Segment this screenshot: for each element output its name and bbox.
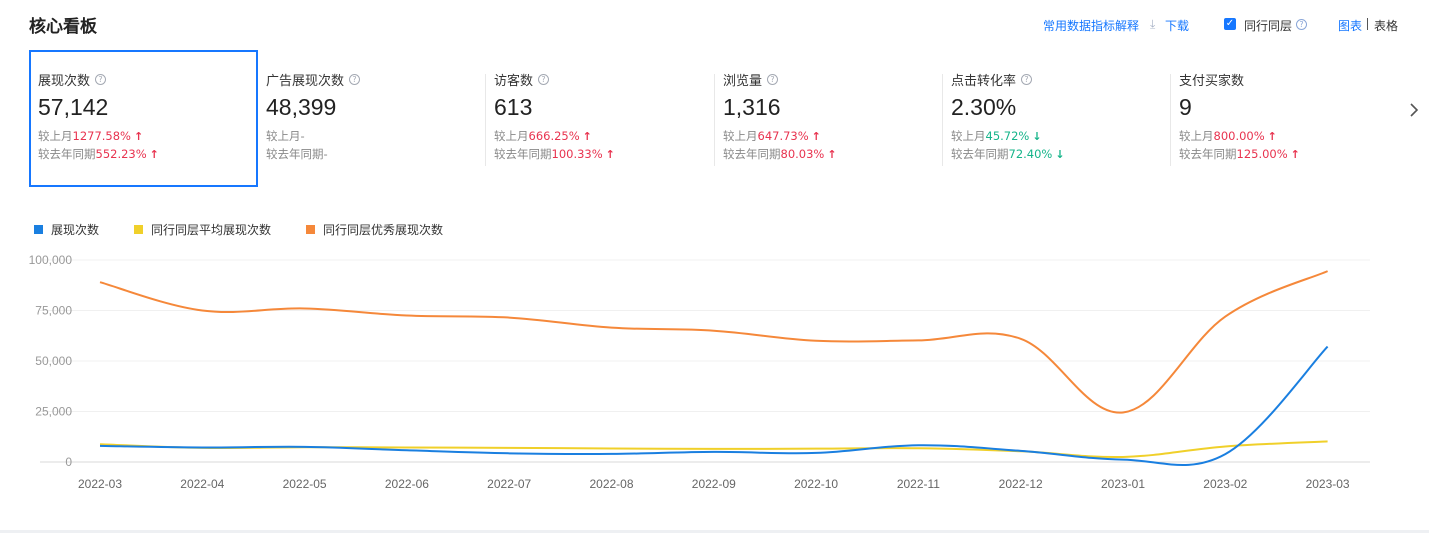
download-link[interactable]: 下载	[1165, 17, 1189, 34]
metric-value: 57,142	[38, 94, 109, 120]
peer-checkbox[interactable]: ✓	[1224, 18, 1236, 30]
x-tick-label: 2022-08	[589, 477, 633, 491]
metric-value: 2.30%	[951, 94, 1017, 120]
help-icon[interactable]: ?	[538, 73, 550, 85]
card-divider	[1170, 74, 1171, 166]
legend-item-peer-excellent[interactable]: 同行同层优秀展现次数	[306, 221, 443, 238]
legend-item-peer-average[interactable]: 同行同层平均展现次数	[134, 221, 271, 238]
month-compare: 较上月1277.58% ↑	[38, 129, 144, 143]
month-compare: 较上月647.73% ↑	[723, 129, 821, 143]
arrow-up-icon: ↑	[811, 130, 821, 143]
x-tick-label: 2022-12	[999, 477, 1043, 491]
arrow-up-icon: ↑	[133, 130, 144, 143]
y-tick-label: 0	[65, 455, 72, 469]
arrow-up-icon: ↑	[605, 148, 615, 161]
legend-swatch	[134, 225, 143, 234]
legend-swatch	[34, 225, 43, 234]
series-line-0[interactable]	[99, 345, 1329, 466]
month-compare: 较上月-	[266, 129, 305, 143]
metric-card-conversion-rate[interactable]: 点击转化率? 2.30% 较上月45.72% ↓ 较去年同期72.40% ↓	[942, 50, 1171, 187]
help-icon[interactable]: ?	[767, 73, 779, 85]
help-icon[interactable]: ?	[1296, 19, 1307, 30]
metric-label: 展现次数	[38, 73, 91, 89]
download-icon[interactable]: ⤓	[1150, 17, 1155, 32]
year-compare: 较去年同期-	[266, 147, 328, 161]
metric-label: 浏览量	[723, 73, 763, 89]
help-icon[interactable]: ?	[1021, 73, 1033, 85]
chart-legend: 展现次数 同行同层平均展现次数 同行同层优秀展现次数	[34, 221, 534, 237]
legend-label: 同行同层优秀展现次数	[323, 223, 444, 237]
x-tick-label: 2022-05	[283, 477, 327, 491]
card-divider	[714, 74, 715, 166]
metric-label: 支付买家数	[1179, 73, 1245, 89]
tab-divider	[1367, 18, 1368, 30]
year-compare: 较去年同期552.23% ↑	[38, 147, 159, 161]
legend-item-impressions[interactable]: 展现次数	[34, 221, 99, 238]
metric-card-paying-buyers[interactable]: 支付买家数 9 较上月800.00% ↑ 较去年同期125.00% ↑	[1170, 50, 1399, 187]
metric-value: 613	[494, 94, 533, 120]
legend-swatch	[306, 225, 315, 234]
year-compare: 较去年同期80.03% ↑	[723, 147, 837, 161]
metric-card-impressions[interactable]: 展现次数? 57,142 较上月1277.58% ↑ 较去年同期552.23% ↑	[29, 50, 258, 187]
arrow-down-icon: ↓	[1055, 148, 1065, 161]
card-divider	[485, 74, 486, 166]
y-tick-label: 75,000	[35, 304, 72, 318]
table-view-tab[interactable]: 表格	[1374, 17, 1398, 34]
legend-label: 展现次数	[51, 223, 100, 237]
year-compare: 较去年同期125.00% ↑	[1179, 147, 1300, 161]
metric-card-ad-impressions[interactable]: 广告展现次数? 48,399 较上月- 较去年同期-	[257, 50, 486, 187]
year-compare: 较去年同期100.33% ↑	[494, 147, 615, 161]
x-tick-label: 2023-01	[1101, 477, 1145, 491]
metric-label: 访客数	[494, 73, 534, 89]
x-tick-label: 2022-04	[180, 477, 224, 491]
series-line-1[interactable]	[99, 440, 1328, 459]
month-compare: 较上月45.72% ↓	[951, 129, 1042, 143]
arrow-up-icon: ↑	[582, 130, 592, 143]
metric-label: 广告展现次数	[266, 73, 345, 89]
series-line-2[interactable]	[99, 270, 1329, 414]
arrow-down-icon: ↓	[1032, 130, 1042, 143]
toolbar: 常用数据指标解释 ⤓ 下载 ✓ 同行同层 ? 图表 表格	[0, 17, 1429, 33]
help-icon[interactable]: ?	[349, 73, 361, 85]
month-compare: 较上月666.25% ↑	[494, 129, 592, 143]
metric-cards: 展现次数? 57,142 较上月1277.58% ↑ 较去年同期552.23% ↑ …	[29, 50, 1399, 187]
metric-value: 9	[1179, 94, 1192, 120]
metric-card-pageviews[interactable]: 浏览量? 1,316 较上月647.73% ↑ 较去年同期80.03% ↑	[714, 50, 943, 187]
help-icon[interactable]: ?	[95, 73, 107, 85]
arrow-up-icon: ↑	[1290, 148, 1300, 161]
arrow-up-icon: ↑	[827, 148, 837, 161]
x-tick-label: 2023-03	[1306, 477, 1350, 491]
x-tick-label: 2022-10	[794, 477, 838, 491]
y-tick-label: 25,000	[35, 405, 72, 419]
metric-card-visitors[interactable]: 访客数? 613 较上月666.25% ↑ 较去年同期100.33% ↑	[485, 50, 714, 187]
metric-label: 点击转化率	[951, 73, 1017, 89]
x-tick-label: 2022-09	[692, 477, 736, 491]
x-tick-label: 2022-06	[385, 477, 429, 491]
year-compare: 较去年同期72.40% ↓	[951, 147, 1065, 161]
card-divider	[942, 74, 943, 166]
month-compare: 较上月800.00% ↑	[1179, 129, 1277, 143]
x-tick-label: 2022-07	[487, 477, 531, 491]
x-tick-label: 2022-03	[78, 477, 122, 491]
chart-view-tab[interactable]: 图表	[1338, 17, 1362, 34]
arrow-up-icon: ↑	[1267, 130, 1277, 143]
y-tick-label: 50,000	[35, 354, 72, 368]
legend-label: 同行同层平均展现次数	[151, 223, 272, 237]
line-chart: 0 25,000 50,000 75,000 100,000 2022-03 2022-04…	[29, 253, 1370, 491]
metric-value: 48,399	[266, 94, 337, 120]
metric-explain-link[interactable]: 常用数据指标解释	[1043, 17, 1139, 34]
arrow-up-icon: ↑	[149, 148, 159, 161]
y-tick-label: 100,000	[29, 253, 73, 267]
peer-checkbox-label[interactable]: 同行同层	[1244, 17, 1292, 34]
metric-value: 1,316	[723, 94, 781, 120]
x-tick-label: 2022-11	[897, 477, 940, 491]
x-tick-label: 2023-02	[1203, 477, 1247, 491]
chevron-right-icon[interactable]	[1406, 100, 1422, 120]
